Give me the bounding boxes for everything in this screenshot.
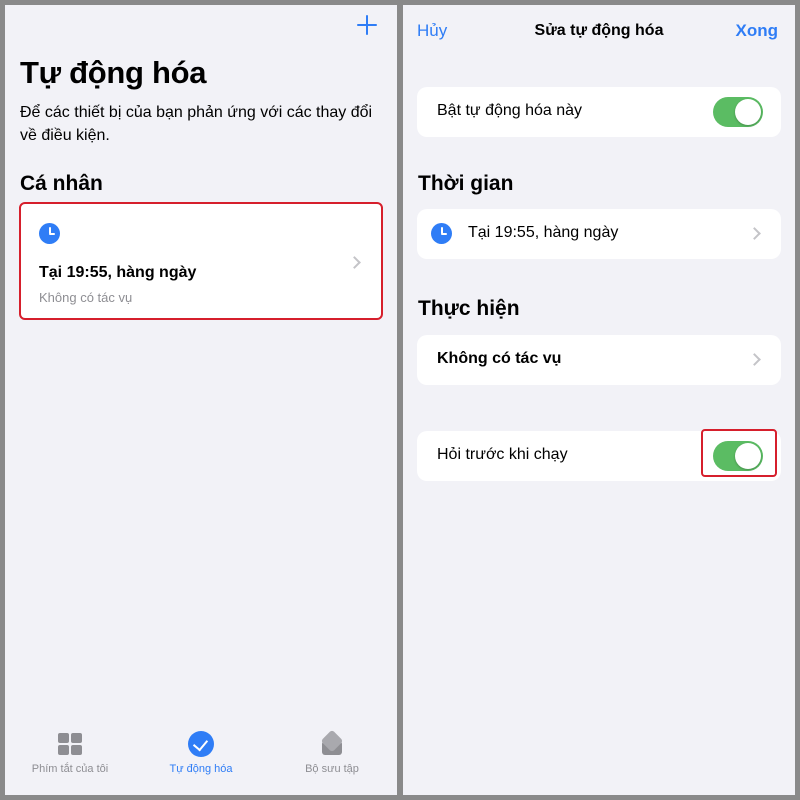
- section-header-actions: Thực hiện: [418, 297, 520, 320]
- page-description: Để các thiết bị của bạn phản ứng với các…: [20, 104, 373, 144]
- section-header-time: Thời gian: [418, 172, 514, 195]
- clock-icon: [431, 223, 452, 244]
- time-trigger-row[interactable]: Tại 19:55, hàng ngày: [417, 209, 781, 259]
- enable-automation-label: Bật tự động hóa này: [437, 102, 583, 119]
- automation-card[interactable]: Tại 19:55, hàng ngày Không có tác vụ: [19, 202, 383, 320]
- chevron-right-icon: [748, 227, 761, 240]
- section-header-personal: Cá nhân: [20, 172, 103, 195]
- actions-label: Không có tác vụ: [437, 350, 562, 367]
- tab-gallery[interactable]: Bộ sưu tập: [267, 731, 397, 775]
- tab-my-shortcuts[interactable]: Phím tắt của tôi: [5, 731, 135, 775]
- ask-before-running-row: Hỏi trước khi chạy: [417, 429, 781, 481]
- tab-bar: Phím tắt của tôi Tự động hóa Bộ sưu tập: [5, 725, 397, 795]
- enable-automation-row: Bật tự động hóa này: [417, 87, 781, 137]
- page-title: Tự động hóa: [20, 55, 207, 90]
- add-automation-button[interactable]: [355, 13, 379, 37]
- done-button[interactable]: Xong: [736, 21, 779, 41]
- automation-subtitle: Không có tác vụ: [39, 290, 133, 305]
- tab-automation[interactable]: Tự động hóa: [136, 731, 266, 775]
- highlight-box: [701, 429, 777, 477]
- time-trigger-label: Tại 19:55, hàng ngày: [468, 224, 619, 241]
- grid-icon: [57, 731, 83, 757]
- edit-automation-screen: Hủy Sửa tự động hóa Xong Bật tự động hóa…: [403, 5, 795, 795]
- automation-check-icon: [188, 731, 214, 757]
- layers-icon: [319, 731, 345, 757]
- clock-icon: [39, 223, 60, 244]
- automation-title: Tại 19:55, hàng ngày: [39, 264, 197, 281]
- chevron-right-icon: [748, 353, 761, 366]
- ask-before-running-label: Hỏi trước khi chạy: [437, 446, 568, 463]
- actions-row[interactable]: Không có tác vụ: [417, 335, 781, 385]
- chevron-right-icon: [348, 256, 361, 269]
- enable-automation-toggle[interactable]: [713, 97, 763, 127]
- automation-list-screen: Tự động hóa Để các thiết bị của bạn phản…: [5, 5, 397, 795]
